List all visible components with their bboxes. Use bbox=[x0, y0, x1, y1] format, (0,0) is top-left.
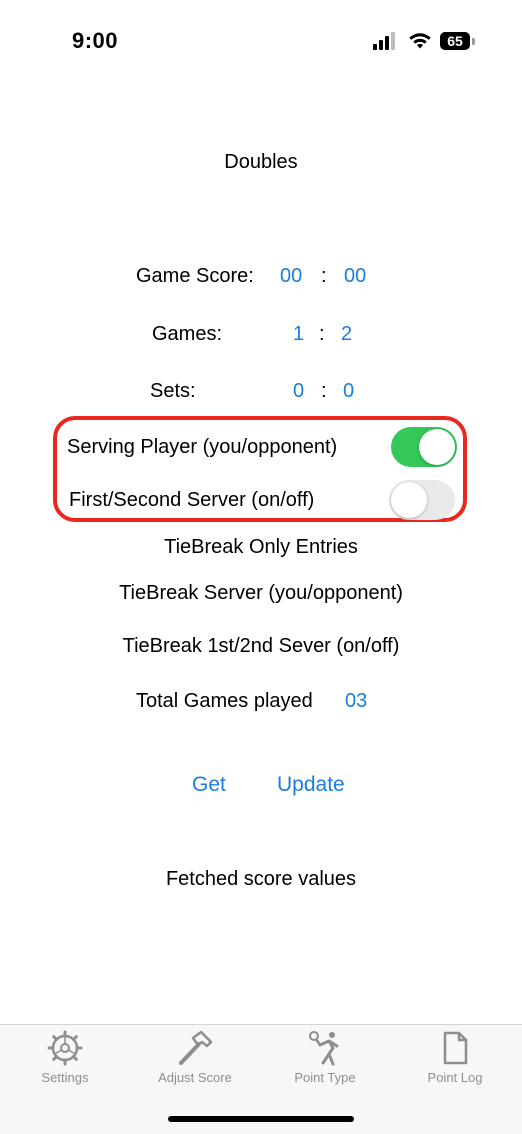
games-label: Games: bbox=[152, 323, 223, 345]
status-time: 9:00 bbox=[72, 28, 119, 53]
total-games-value[interactable]: 03 bbox=[345, 690, 367, 713]
game-score-label: Game Score: bbox=[136, 265, 254, 287]
toggle-knob bbox=[391, 482, 427, 518]
game-score-you[interactable]: 00 bbox=[280, 265, 302, 288]
tennis-player-icon bbox=[309, 1031, 339, 1066]
page-title: Doubles bbox=[224, 151, 298, 173]
get-button[interactable]: Get bbox=[192, 773, 226, 797]
games-you[interactable]: 1 bbox=[293, 323, 304, 346]
serving-player-toggle[interactable] bbox=[391, 427, 457, 467]
hammer-icon bbox=[179, 1030, 213, 1065]
tab-point-log-label: Point Log bbox=[427, 1070, 483, 1085]
first-second-server-label: First/Second Server (on/off) bbox=[69, 489, 315, 511]
total-games-label: Total Games played bbox=[136, 690, 313, 712]
tab-point-log[interactable]: Point Log bbox=[390, 1030, 520, 1085]
battery-cap bbox=[472, 38, 475, 45]
tab-adjust-score[interactable]: Adjust Score bbox=[130, 1030, 260, 1085]
sets-separator: : bbox=[321, 380, 327, 402]
serving-player-label: Serving Player (you/opponent) bbox=[67, 436, 338, 458]
gear-icon bbox=[47, 1030, 83, 1066]
status-message: Fetched score values bbox=[165, 868, 357, 890]
wifi-icon bbox=[409, 33, 431, 49]
tiebreak-first-second-label[interactable]: TieBreak 1st/2nd Sever (on/off) bbox=[0, 635, 522, 658]
games-opponent[interactable]: 2 bbox=[341, 323, 352, 346]
tab-point-type-label: Point Type bbox=[294, 1070, 356, 1085]
sets-label: Sets: bbox=[150, 380, 196, 402]
tab-settings[interactable]: Settings bbox=[0, 1030, 130, 1085]
game-score-opponent[interactable]: 00 bbox=[344, 265, 366, 288]
home-indicator[interactable] bbox=[168, 1116, 354, 1122]
update-button[interactable]: Update bbox=[277, 773, 345, 797]
tiebreak-server-label[interactable]: TieBreak Server (you/opponent) bbox=[0, 582, 522, 605]
toggle-knob bbox=[419, 429, 455, 465]
game-score-separator: : bbox=[321, 265, 327, 287]
sets-you[interactable]: 0 bbox=[293, 380, 304, 403]
cellular-signal-icon bbox=[373, 32, 399, 50]
document-icon bbox=[443, 1031, 468, 1065]
tab-settings-label: Settings bbox=[41, 1070, 89, 1085]
first-second-server-toggle[interactable] bbox=[389, 480, 455, 520]
tiebreak-heading: TieBreak Only Entries bbox=[164, 536, 358, 558]
battery-icon: 65 bbox=[440, 32, 470, 50]
tab-point-type[interactable]: Point Type bbox=[260, 1030, 390, 1085]
sets-opponent[interactable]: 0 bbox=[343, 380, 354, 403]
tab-adjust-score-label: Adjust Score bbox=[158, 1070, 232, 1085]
games-separator: : bbox=[319, 323, 325, 345]
